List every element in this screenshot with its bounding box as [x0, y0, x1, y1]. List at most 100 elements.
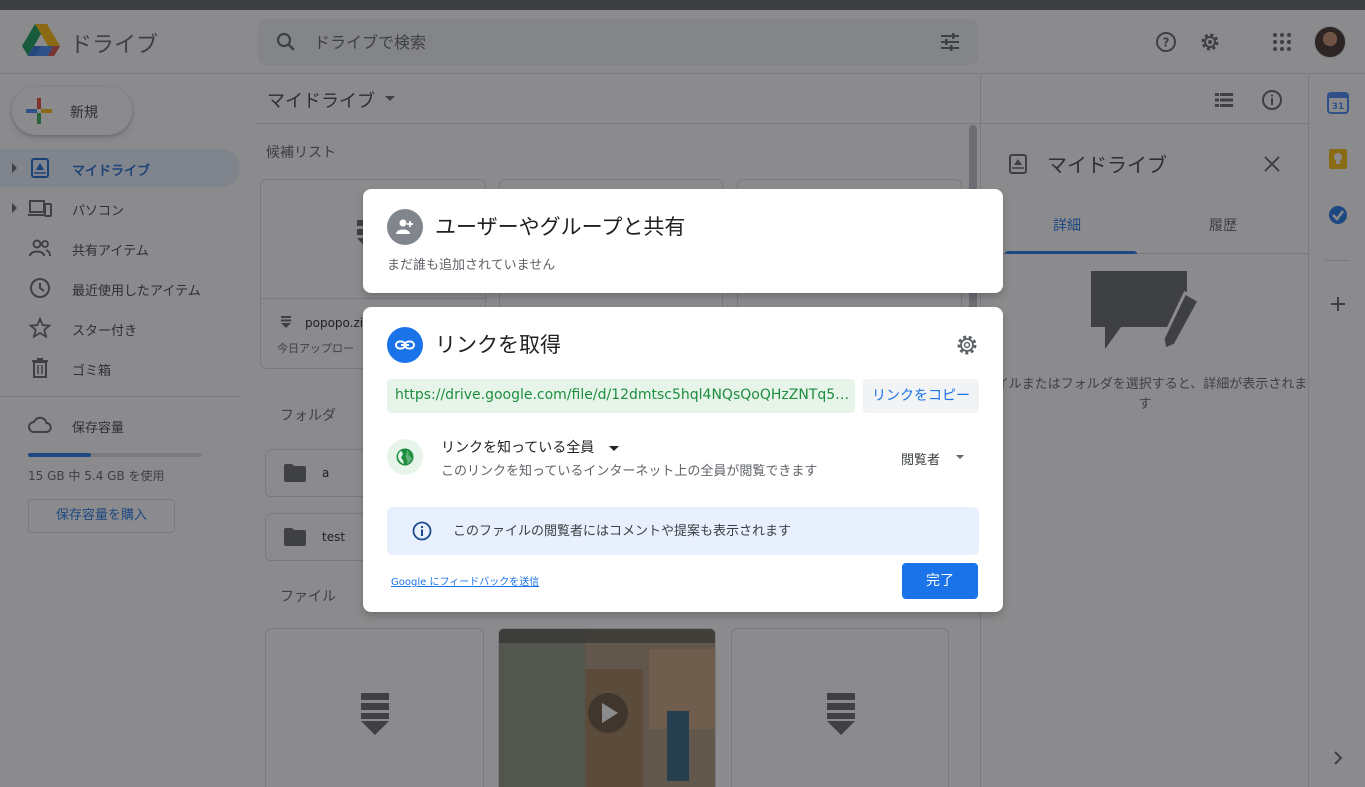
- add-person-icon: [387, 209, 423, 245]
- buy-storage-button[interactable]: 保存容量を購入: [28, 499, 175, 533]
- cloud-icon: [28, 416, 52, 433]
- folder-name: a: [322, 466, 330, 480]
- sidebar-item-label: マイドライブ: [72, 164, 151, 179]
- new-button[interactable]: 新規: [12, 87, 132, 135]
- file-card[interactable]: [265, 628, 484, 787]
- my-drive-icon: [31, 158, 49, 178]
- calendar-icon[interactable]: 31: [1327, 92, 1349, 114]
- svg-text:31: 31: [1332, 102, 1345, 112]
- get-link-dialog[interactable]: リンクを取得 https://drive.google.com/file/d/1…: [363, 307, 1003, 612]
- search-options-icon[interactable]: [938, 30, 962, 54]
- globe-icon: [387, 439, 423, 475]
- link-access-dropdown[interactable]: リンクを知っている全員: [441, 437, 594, 457]
- share-dialog-title: ユーザーやグループと共有: [435, 215, 686, 239]
- expand-arrow-icon[interactable]: [12, 203, 17, 213]
- app-title: ドライブ: [70, 33, 159, 58]
- comment-edit-illustration-icon: [1091, 271, 1201, 352]
- sidebar-item-label: パソコン: [72, 204, 125, 219]
- details-title: マイドライブ: [1047, 153, 1167, 177]
- share-with-people-dialog[interactable]: ユーザーやグループと共有 まだ誰も追加されていません: [363, 189, 1003, 293]
- details-panel: マイドライブ 詳細 履歴 ァイルまたはフォルダを選択すると、詳細が表示されます: [980, 75, 1309, 787]
- clock-icon: [30, 278, 50, 298]
- search-bar[interactable]: [258, 19, 978, 65]
- sidebar-item-shared[interactable]: 共有アイテム: [0, 229, 240, 267]
- page-title[interactable]: マイドライブ: [267, 87, 375, 113]
- computer-icon: [28, 200, 52, 217]
- sidebar-divider: [0, 396, 240, 397]
- details-empty-text: ァイルまたはフォルダを選択すると、詳細が表示されます: [982, 377, 1308, 412]
- sidebar-item-label: 共有アイテム: [72, 244, 149, 259]
- archive-file-icon: [281, 316, 291, 328]
- my-drive-icon: [1009, 154, 1027, 174]
- storage-progress-fill: [28, 453, 91, 457]
- browser-top-strip: [0, 0, 1365, 10]
- side-apps-rail: 31: [1308, 75, 1365, 787]
- link-url-text[interactable]: https://drive.google.com/file/d/12dmtsc5…: [395, 387, 851, 403]
- folder-icon: [284, 528, 306, 546]
- sidebar-item-computers[interactable]: パソコン: [0, 189, 240, 227]
- new-button-label: 新規: [70, 105, 98, 121]
- sidebar-item-storage[interactable]: 保存容量: [0, 406, 240, 444]
- link-icon: [387, 327, 423, 363]
- copy-link-button[interactable]: リンクをコピー: [863, 379, 979, 413]
- archive-file-icon: [827, 693, 855, 735]
- info-banner-text: このファイルの閲覧者にはコメントや提案も表示されます: [453, 524, 792, 539]
- sidebar-item-my-drive[interactable]: マイドライブ: [0, 149, 240, 187]
- search-icon[interactable]: [274, 30, 298, 54]
- archive-file-icon: [361, 693, 389, 735]
- caret-down-icon[interactable]: [385, 96, 395, 101]
- file-card[interactable]: [731, 628, 949, 787]
- folders-label: フォルダ: [280, 408, 336, 424]
- sidebar: 新規 マイドライブ パソコン 共有アイテム 最近使用したアイテム スター付き ゴ…: [0, 75, 256, 787]
- search-input[interactable]: [314, 19, 914, 65]
- sidebar-item-label: 保存容量: [72, 421, 125, 436]
- account-avatar[interactable]: [1314, 26, 1346, 58]
- storage-progress-bar: [28, 453, 202, 457]
- done-button[interactable]: 完了: [902, 563, 978, 599]
- suggested-label: 候補リスト: [266, 145, 336, 161]
- sidebar-item-recent[interactable]: 最近使用したアイテム: [0, 269, 240, 307]
- apps-grid-icon[interactable]: [1270, 30, 1294, 54]
- sidebar-item-label: スター付き: [72, 324, 138, 339]
- settings-gear-icon[interactable]: [1198, 30, 1222, 54]
- feedback-link[interactable]: Google にフィードバックを送信: [391, 573, 539, 588]
- share-dialog-subtitle: まだ誰も追加されていません: [387, 258, 556, 273]
- storage-usage-text: 15 GB 中 5.4 GB を使用: [28, 469, 165, 483]
- link-settings-gear-icon[interactable]: [955, 333, 979, 357]
- expand-arrow-icon[interactable]: [12, 163, 17, 173]
- link-dialog-title: リンクを取得: [435, 333, 561, 357]
- keep-icon[interactable]: [1327, 148, 1349, 170]
- shared-icon: [29, 239, 51, 257]
- sidebar-item-starred[interactable]: スター付き: [0, 309, 240, 347]
- tasks-icon[interactable]: [1327, 204, 1349, 226]
- video-file-card[interactable]: [498, 628, 716, 787]
- add-addon-icon[interactable]: [1327, 293, 1349, 315]
- chevron-right-icon[interactable]: [1327, 747, 1349, 769]
- caret-down-icon[interactable]: [609, 446, 619, 451]
- folder-name: test: [322, 530, 346, 544]
- sidebar-item-label: 最近使用したアイテム: [72, 284, 201, 299]
- folder-icon: [284, 464, 306, 482]
- video-thumbnail: [499, 629, 715, 787]
- file-name: popopo.zi: [305, 316, 364, 330]
- role-dropdown[interactable]: 閲覧者: [901, 449, 940, 468]
- help-icon[interactable]: ?: [1154, 30, 1178, 54]
- sidebar-item-trash[interactable]: ゴミ箱: [0, 349, 240, 387]
- caret-down-icon[interactable]: [956, 455, 964, 459]
- file-subtitle: 今日アップロー: [277, 342, 354, 355]
- info-icon: [412, 521, 432, 541]
- link-url-field[interactable]: https://drive.google.com/file/d/12dmtsc5…: [387, 379, 855, 413]
- trash-icon: [32, 358, 48, 378]
- plus-icon: [26, 98, 52, 124]
- app-header: ドライブ ?: [0, 10, 1365, 74]
- tab-activity[interactable]: 履歴: [1209, 215, 1237, 235]
- active-tab-indicator: [1005, 251, 1137, 254]
- rail-divider: [1325, 260, 1349, 261]
- tab-details[interactable]: 詳細: [1053, 215, 1081, 235]
- svg-text:?: ?: [1163, 36, 1170, 50]
- drive-logo-icon[interactable]: [22, 24, 60, 58]
- sidebar-item-label: ゴミ箱: [72, 364, 112, 379]
- info-banner: このファイルの閲覧者にはコメントや提案も表示されます: [387, 507, 979, 555]
- close-icon[interactable]: [1261, 153, 1283, 175]
- link-access-description: このリンクを知っているインターネット上の全員が閲覧できます: [441, 464, 818, 479]
